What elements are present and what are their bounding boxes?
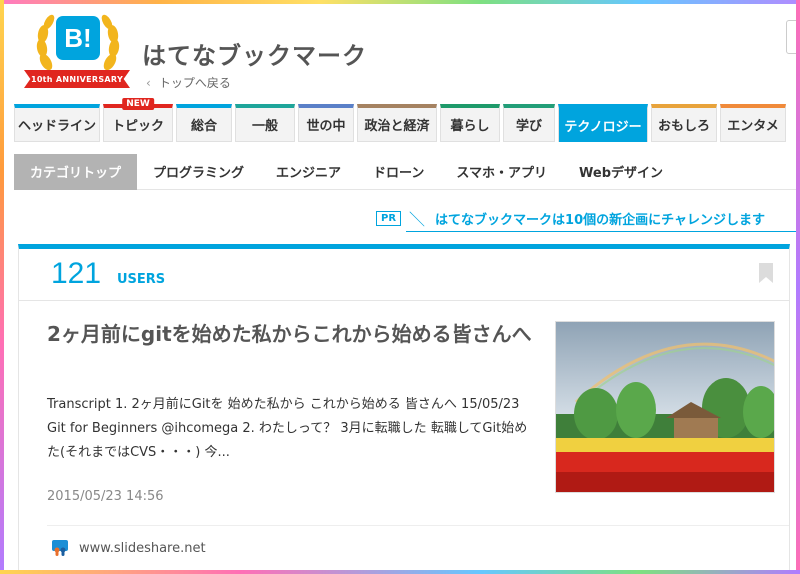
tab-6[interactable]: 暮らし — [440, 104, 500, 142]
user-count-label: USERS — [117, 272, 166, 287]
chevron-left-icon: ‹ — [146, 76, 151, 90]
tab-10[interactable]: エンタメ — [720, 104, 786, 142]
tab-9[interactable]: おもしろ — [651, 104, 717, 142]
tab-7[interactable]: 学び — [503, 104, 555, 142]
slideshare-icon — [52, 540, 68, 556]
subnav-item-1[interactable]: プログラミング — [137, 154, 260, 190]
header: B! 10th ANNIVERSARY はてなブックマーク ‹ トップへ戻る — [4, 4, 796, 100]
tab-label: 一般 — [251, 119, 278, 134]
tab-label: 学び — [515, 119, 542, 134]
back-link-label: トップへ戻る — [158, 76, 231, 90]
logo-mark: B! — [56, 16, 100, 60]
card-divider — [47, 525, 789, 526]
users-row: 121 USERS — [19, 249, 789, 301]
pr-slash-decoration: ＼ — [409, 210, 426, 229]
category-nav: ヘッドライン トピック NEW 総合 一般 世の中 政治と経済 暮らし 学び テクノロジー おもしろ… — [14, 98, 789, 142]
entry-thumbnail[interactable] — [555, 321, 775, 493]
tab-label: 政治と経済 — [364, 119, 430, 134]
subcategory-nav: カテゴリトップ プログラミング エンジニア ドローン スマホ・アプリ Webデザイン — [14, 153, 796, 190]
tab-0[interactable]: ヘッドライン — [14, 104, 100, 142]
tab-2[interactable]: 総合 — [176, 104, 232, 142]
frame-right-edge — [796, 0, 800, 574]
pr-banner[interactable]: PR ＼ はてなブックマークは10個の新企画にチャレンジします — [376, 206, 796, 232]
subnav-item-0[interactable]: カテゴリトップ — [14, 153, 138, 190]
subnav-item-3[interactable]: ドローン — [357, 154, 440, 190]
tab-label: エンタメ — [727, 119, 779, 134]
tab-label: 総合 — [190, 119, 217, 134]
tab-label: テクノロジー — [564, 119, 642, 135]
site-title[interactable]: はてなブックマーク — [142, 36, 367, 71]
new-badge: NEW — [122, 98, 154, 110]
entry-card: 121 USERS 2ヶ月前にgitを始めた私からこれから始める皆さんへ Tra… — [18, 244, 790, 570]
tab-label: トピック — [111, 119, 164, 134]
header-edge-control[interactable] — [786, 20, 796, 54]
subnav-item-2[interactable]: エンジニア — [260, 154, 357, 190]
back-to-top-link[interactable]: ‹ トップへ戻る — [146, 74, 231, 91]
pr-tag: PR — [376, 210, 402, 226]
tab-label: 世の中 — [306, 119, 346, 134]
anniversary-ribbon: 10th ANNIVERSARY — [24, 70, 130, 88]
tab-label: おもしろ — [657, 119, 710, 134]
user-count[interactable]: 121 — [51, 257, 101, 291]
tab-4[interactable]: 世の中 — [298, 104, 354, 142]
pr-text: はてなブックマークは10個の新企画にチャレンジします — [435, 212, 766, 228]
tab-label: 暮らし — [450, 119, 490, 134]
thumbnail-image — [556, 322, 774, 492]
tab-3[interactable]: 一般 — [235, 104, 295, 142]
entry-title[interactable]: 2ヶ月前にgitを始めた私からこれから始める皆さんへ — [47, 319, 547, 349]
tab-8[interactable]: テクノロジー — [558, 104, 648, 142]
subnav-item-4[interactable]: スマホ・アプリ — [440, 154, 563, 190]
pr-underline — [406, 231, 796, 232]
bookmark-icon[interactable] — [759, 263, 773, 283]
source-domain: www.slideshare.net — [79, 540, 206, 556]
frame-bottom-edge — [0, 570, 800, 574]
tab-label: ヘッドライン — [17, 119, 96, 134]
entry-summary: Transcript 1. 2ヶ月前にGitを 始めた私から これから始める 皆… — [47, 397, 528, 460]
tab-5[interactable]: 政治と経済 — [357, 104, 437, 142]
source-link[interactable]: www.slideshare.net — [51, 539, 206, 557]
entry-date: 2015/05/23 14:56 — [47, 489, 164, 504]
hatena-bookmark-logo[interactable]: B! 10th ANNIVERSARY — [22, 10, 132, 94]
subnav-item-5[interactable]: Webデザイン — [563, 154, 679, 190]
tab-1[interactable]: トピック NEW — [103, 98, 173, 142]
page-frame: B! 10th ANNIVERSARY はてなブックマーク ‹ トップへ戻る ヘッ… — [4, 4, 796, 570]
